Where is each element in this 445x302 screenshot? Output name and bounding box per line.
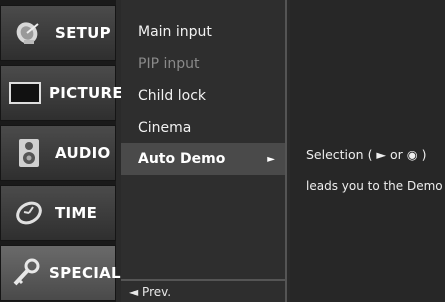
menu-item-label: PIP input (138, 56, 200, 72)
menu-item-cinema[interactable]: Cinema (121, 112, 285, 144)
key-icon (11, 258, 41, 287)
speaker-icon (11, 139, 47, 167)
category-menu: SETUP PICTURE AUDIO TIME SPECIAL (0, 0, 123, 302)
menu-item-label: Auto Demo (138, 151, 226, 167)
menu-item-auto-demo[interactable]: Auto Demo ► (121, 143, 285, 175)
menu-item-child-lock[interactable]: Child lock (121, 80, 285, 112)
menu-item-label: Child lock (138, 88, 207, 104)
category-label: SETUP (55, 24, 111, 42)
description-line-1: Selection ( ► or ◉ ) (306, 147, 427, 162)
category-picture[interactable]: PICTURE (0, 65, 123, 121)
category-audio[interactable]: AUDIO (0, 125, 116, 181)
menu-item-pip-input: PIP input (121, 48, 285, 80)
prev-button[interactable]: ◄ Prev. (121, 279, 285, 302)
menu-item-label: Cinema (138, 120, 192, 136)
category-label: PICTURE (49, 84, 123, 102)
menu-item-main-input[interactable]: Main input (121, 16, 285, 48)
description-panel: Selection ( ► or ◉ ) leads you to the De… (290, 0, 445, 302)
clock-icon (11, 199, 47, 227)
satellite-dish-icon (11, 19, 47, 47)
category-label: TIME (55, 204, 98, 222)
menu-item-label: Main input (138, 24, 212, 40)
category-label: AUDIO (55, 144, 111, 162)
category-special[interactable]: SPECIAL (0, 245, 121, 301)
arrow-right-icon: ► (267, 153, 275, 165)
category-label: SPECIAL (49, 264, 121, 282)
special-submenu: Main input PIP input Child lock Cinema A… (121, 0, 287, 302)
category-time[interactable]: TIME (0, 185, 116, 241)
category-setup[interactable]: SETUP (0, 5, 116, 61)
tv-screen-icon (9, 79, 41, 107)
description-line-2: leads you to the Demo (306, 179, 443, 193)
